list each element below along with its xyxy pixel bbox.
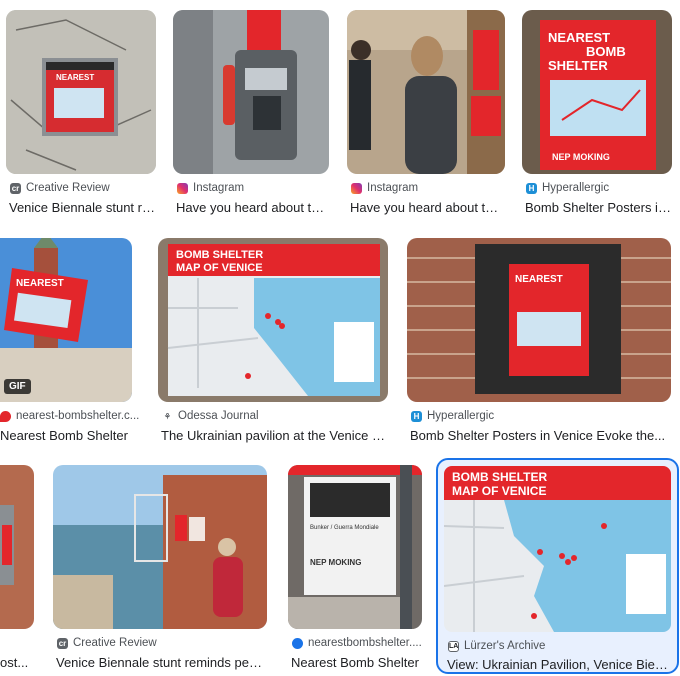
result-thumbnail[interactable] — [173, 10, 329, 174]
source-label: nearest-bombshelter.c... — [16, 410, 140, 422]
odessa-icon: ⚘ — [162, 410, 173, 422]
result-thumbnail[interactable]: NEAREST — [6, 10, 156, 174]
poster-brand: NEP MOKING — [310, 558, 361, 567]
poster-text: Bunker / Guerra Mondiale — [310, 525, 379, 531]
result-title[interactable]: Have you heard about this project... — [350, 200, 502, 215]
source-label: Instagram — [367, 182, 419, 194]
bell-tower-image: NEAREST — [0, 238, 132, 402]
result-thumbnail[interactable]: BOMB SHELTER MAP OF VENICE — [444, 466, 671, 632]
result-thumbnail[interactable] — [53, 465, 267, 629]
photographer-image — [347, 10, 505, 174]
result-source[interactable]: Instagram — [177, 182, 329, 194]
result-title[interactable]: View: Ukrainian Pavilion, Venice Biennal… — [447, 657, 673, 672]
result-source[interactable]: H Hyperallergic — [411, 410, 671, 422]
result-source[interactable]: ⚘ Odessa Journal — [162, 410, 388, 422]
result-thumbnail[interactable] — [0, 465, 34, 629]
wall-poster-image: NEAREST — [6, 10, 156, 174]
source-label: Hyperallergic — [427, 410, 495, 422]
posters-board-image: Bunker / Guerra Mondiale NEP MOKING — [288, 465, 422, 629]
result-source[interactable]: cr Creative Review — [10, 182, 156, 194]
source-label: Lürzer's Archive — [464, 640, 546, 652]
poster-text: NEAREST — [56, 73, 94, 82]
result-source[interactable]: Instagram — [351, 182, 505, 194]
result-source[interactable]: LA Lürzer's Archive — [448, 640, 677, 652]
source-label: Odessa Journal — [178, 410, 259, 422]
result-title[interactable]: Bomb Shelter Posters in Venice Evoke the… — [525, 200, 671, 215]
result-thumbnail[interactable]: NEAREST — [407, 238, 671, 402]
result-card[interactable]: ost... — [0, 465, 36, 671]
result-thumbnail[interactable]: NEAREST GIF — [0, 238, 132, 402]
pin-icon — [0, 410, 11, 422]
poster-brand: NEP MOKING — [552, 152, 610, 162]
selected-result-card[interactable]: BOMB SHELTER MAP OF VENICE LA Lürzer's A… — [436, 458, 679, 674]
poster-text: NEAREST — [16, 278, 64, 289]
source-label: Creative Review — [26, 182, 110, 194]
map-title: MAP OF VENICE — [452, 484, 546, 498]
result-thumbnail[interactable] — [347, 10, 505, 174]
result-title[interactable]: Bomb Shelter Posters in Venice Evoke the… — [410, 428, 670, 443]
hyperallergic-icon: H — [526, 182, 537, 194]
poster-text: BOMB — [586, 44, 626, 59]
result-title[interactable]: Nearest Bomb Shelter — [291, 655, 421, 670]
source-label: nearestbombshelter.... — [308, 637, 422, 649]
la-icon: LA — [448, 640, 459, 652]
result-title[interactable]: Have you heard about this project... — [176, 200, 326, 215]
result-card[interactable]: Bunker / Guerra Mondiale NEP MOKING near… — [288, 465, 424, 671]
source-label: Hyperallergic — [542, 182, 610, 194]
result-title[interactable]: ost... — [0, 655, 34, 670]
source-label: Creative Review — [73, 637, 157, 649]
instagram-icon — [177, 182, 188, 194]
globe-icon — [292, 637, 303, 649]
result-card[interactable]: BOMB SHELTER MAP OF VENICE ⚘ Odessa Jour… — [158, 238, 390, 444]
poster-text: NEAREST — [515, 274, 563, 285]
result-thumbnail[interactable]: BOMB SHELTER MAP OF VENICE — [158, 238, 388, 402]
result-title[interactable]: Nearest Bomb Shelter — [0, 428, 136, 443]
result-card[interactable]: NEAREST cr Creative Review Venice Bienna… — [6, 10, 156, 220]
waterfront-image — [53, 465, 267, 629]
brick-wall-poster-image: NEAREST — [407, 238, 671, 402]
result-source[interactable]: nearest-bombshelter.c... — [0, 410, 140, 422]
result-card[interactable]: cr Creative Review Venice Biennale stunt… — [53, 465, 269, 671]
bomb-shelter-map-image: BOMB SHELTER MAP OF VENICE — [158, 238, 388, 402]
cr-icon: cr — [57, 637, 68, 649]
hyperallergic-icon: H — [411, 410, 422, 422]
result-source[interactable]: H Hyperallergic — [526, 182, 674, 194]
result-card[interactable]: Instagram Have you heard about this proj… — [347, 10, 505, 220]
poster-text: NEAREST — [548, 30, 610, 45]
instagram-icon — [351, 182, 362, 194]
result-thumbnail[interactable]: Bunker / Guerra Mondiale NEP MOKING — [288, 465, 422, 629]
result-thumbnail[interactable]: NEAREST BOMB SHELTER NEP MOKING — [522, 10, 672, 174]
result-card[interactable]: NEAREST GIF nearest-bombshelter.c... Nea… — [0, 238, 140, 444]
result-title[interactable]: Venice Biennale stunt reminds people... — [56, 655, 264, 670]
result-card[interactable]: Instagram Have you heard about this proj… — [173, 10, 329, 220]
map-title: BOMB SHELTER — [176, 249, 263, 261]
gif-badge: GIF — [4, 379, 31, 394]
map-title: BOMB SHELTER — [452, 470, 547, 484]
map-title: MAP OF VENICE — [176, 262, 263, 274]
result-title[interactable]: Venice Biennale stunt reminds people... — [9, 200, 156, 215]
poster-text: SHELTER — [548, 58, 608, 73]
cr-icon: cr — [10, 182, 21, 194]
result-card[interactable]: NEAREST H Hyperallergic Bomb Shelter Pos… — [407, 238, 673, 444]
venice-map-image: BOMB SHELTER MAP OF VENICE — [444, 466, 671, 632]
result-source[interactable]: nearestbombshelter.... — [292, 637, 422, 649]
partial-image — [0, 465, 34, 629]
source-label: Instagram — [193, 182, 245, 194]
payphone-image — [173, 10, 329, 174]
poster-on-wall-image: NEAREST BOMB SHELTER NEP MOKING — [522, 10, 672, 174]
result-card[interactable]: NEAREST BOMB SHELTER NEP MOKING H Hypera… — [522, 10, 674, 220]
result-source[interactable]: cr Creative Review — [57, 637, 267, 649]
result-title[interactable]: The Ukrainian pavilion at the Venice Bie… — [161, 428, 387, 443]
